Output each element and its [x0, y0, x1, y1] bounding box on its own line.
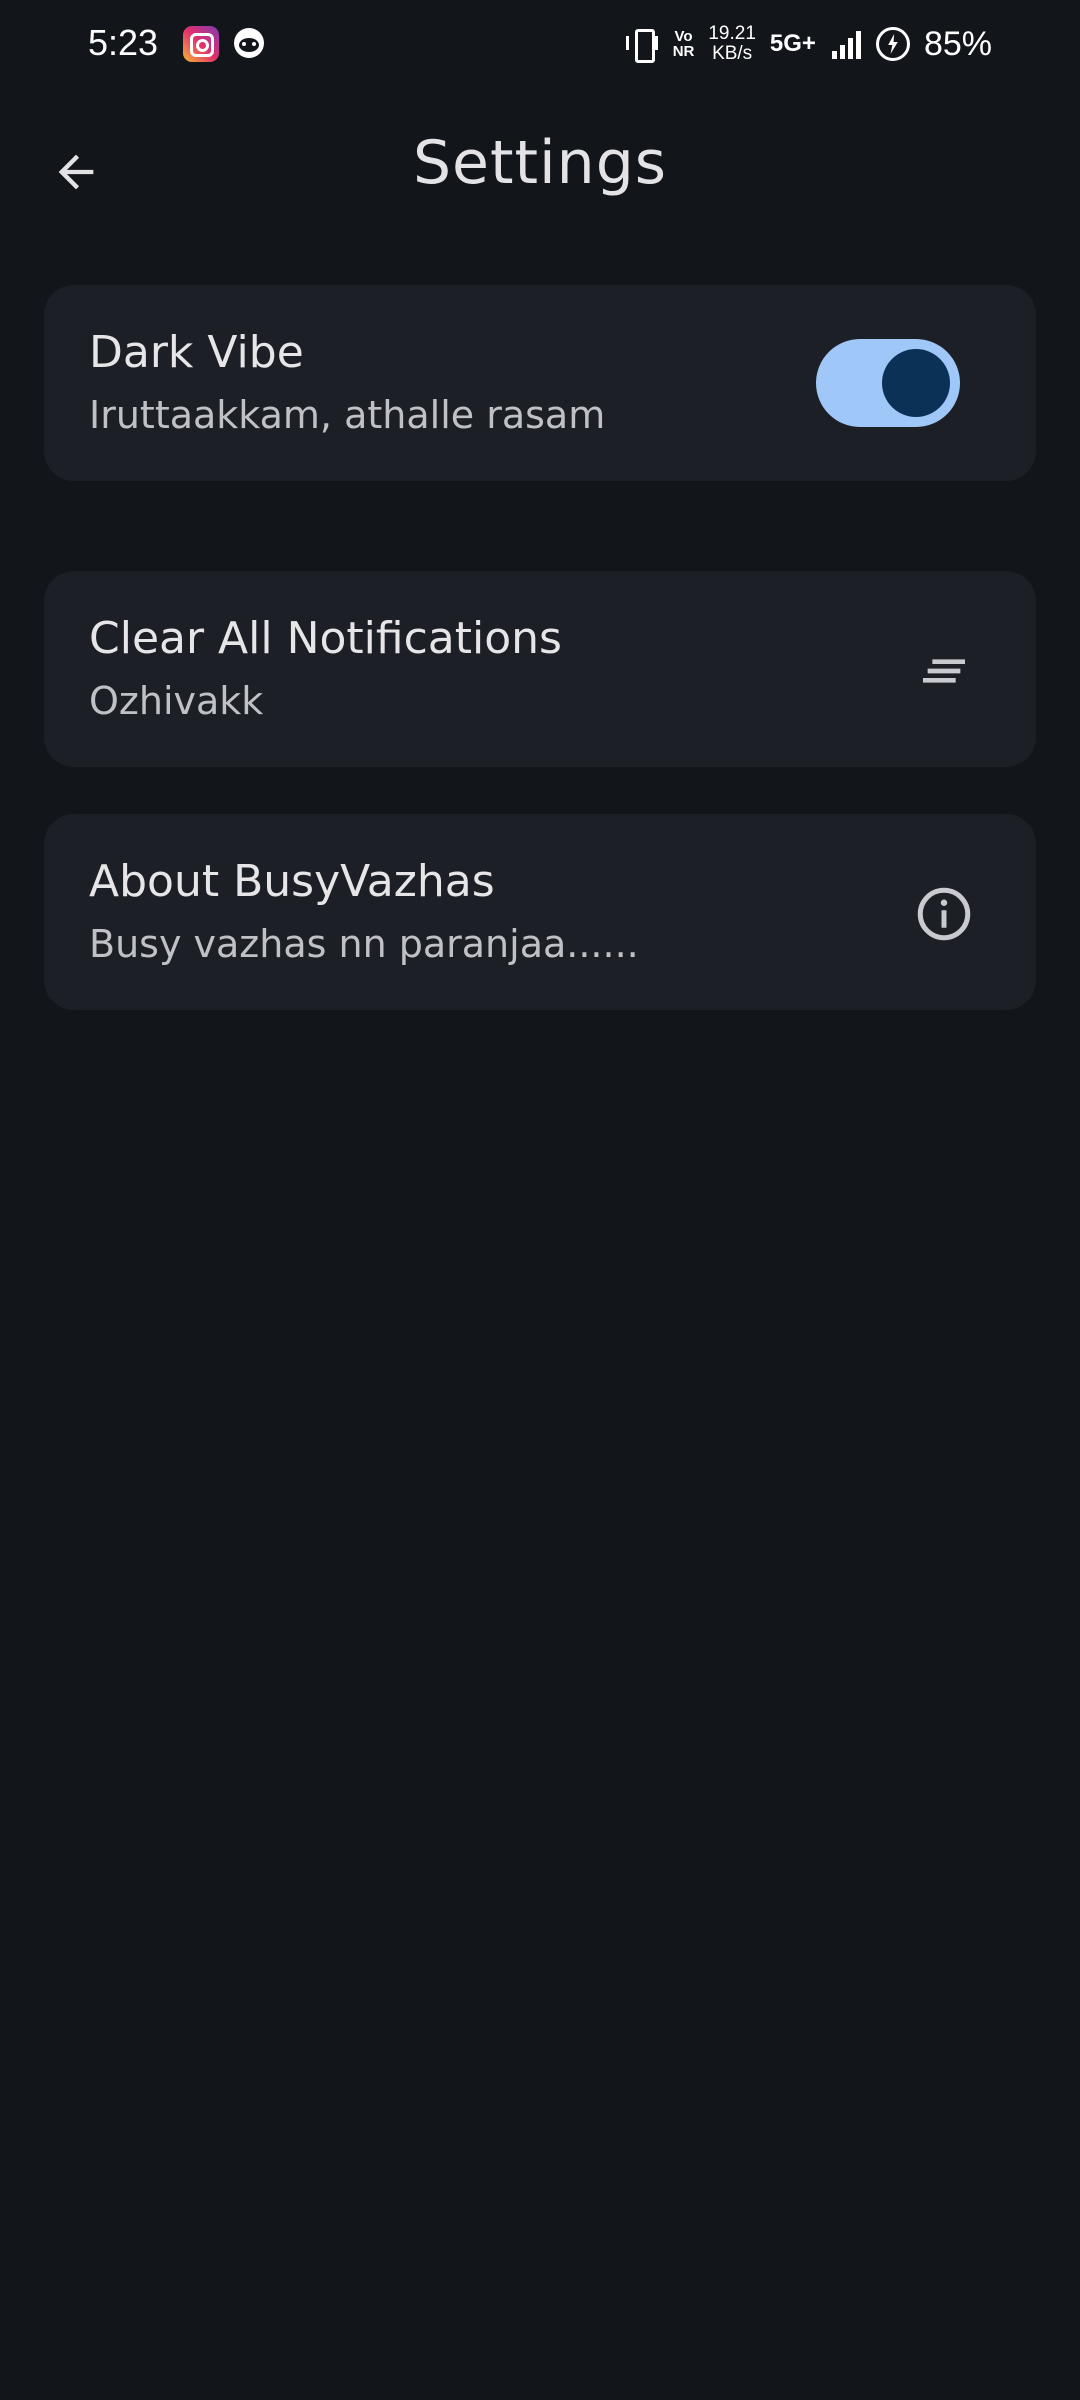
battery-charging-icon — [875, 27, 910, 61]
clear-all-button[interactable] — [912, 639, 976, 703]
network-speed: 19.21 KB/s — [708, 24, 756, 64]
vonr-indicator: Vo NR — [673, 29, 695, 59]
clear-notifications-setting[interactable]: Clear All Notifications Ozhivakk — [44, 571, 1036, 767]
battery-percent: 85% — [923, 24, 992, 63]
toggle-knob — [882, 349, 950, 417]
vonr-bottom-label: NR — [672, 43, 695, 60]
dark-vibe-subtitle: Iruttaakkam, athalle rasam — [89, 393, 606, 437]
status-indicators: Vo NR 19.21 KB/s 5G+ 85% — [625, 18, 992, 70]
status-bar: 5:23 Vo NR 19.21 KB/s 5G+ 85% — [0, 0, 1080, 90]
clear-notifications-subtitle: Ozhivakk — [89, 679, 264, 723]
dark-vibe-toggle[interactable] — [816, 339, 960, 427]
about-title: About BusyVazhas — [89, 856, 495, 907]
app-bar: Settings — [0, 110, 1080, 220]
dark-vibe-title: Dark Vibe — [89, 327, 304, 378]
reddit-icon — [234, 28, 264, 58]
clear-all-icon — [923, 659, 965, 683]
status-time: 5:23 — [88, 22, 159, 63]
vibrate-icon — [625, 27, 659, 63]
about-info-button[interactable] — [912, 882, 976, 946]
instagram-icon — [183, 26, 219, 62]
network-speed-value: 19.21 — [708, 23, 756, 44]
about-setting[interactable]: About BusyVazhas Busy vazhas nn paranjaa… — [44, 814, 1036, 1010]
dark-vibe-setting[interactable]: Dark Vibe Iruttaakkam, athalle rasam — [44, 285, 1036, 481]
signal-icon — [830, 29, 862, 59]
clear-notifications-title: Clear All Notifications — [89, 613, 562, 664]
page-title: Settings — [412, 128, 668, 198]
about-subtitle: Busy vazhas nn paranjaa...... — [89, 922, 639, 966]
info-icon — [917, 887, 971, 941]
network-type: 5G+ — [769, 30, 816, 57]
network-speed-unit: KB/s — [712, 43, 753, 64]
